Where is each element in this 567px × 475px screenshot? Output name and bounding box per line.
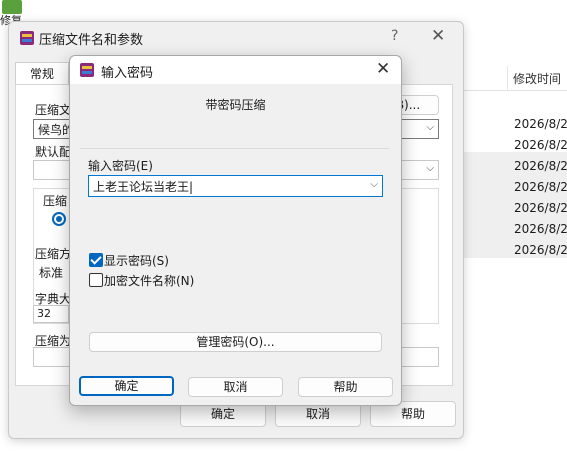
- winrar-icon: [80, 63, 94, 77]
- manage-passwords-button[interactable]: 管理密码(O)...: [89, 332, 382, 352]
- column-header-modified[interactable]: 修改时间: [513, 70, 561, 87]
- list-item[interactable]: 2026/8/20: [514, 198, 567, 219]
- dictionary-select[interactable]: 32: [33, 305, 69, 323]
- default-profile-label: 默认配: [35, 145, 72, 159]
- close-icon[interactable]: ✕: [431, 26, 445, 46]
- method-value[interactable]: 标准: [39, 264, 63, 281]
- parent-titlebar: 压缩文件名和参数 ? ✕: [9, 22, 463, 52]
- column-separator: [507, 66, 508, 90]
- header-divider: [462, 90, 567, 91]
- parent-title: 压缩文件名和参数: [39, 33, 144, 48]
- cancel-button[interactable]: 取消: [188, 377, 283, 397]
- dialog-title: 输入密码: [101, 66, 154, 81]
- show-password-label[interactable]: 显示密码(S): [104, 252, 169, 269]
- help-icon[interactable]: ?: [391, 28, 398, 44]
- password-value: 上老王论坛当老王|: [93, 180, 194, 194]
- password-input[interactable]: 上老王论坛当老王| ⌵: [88, 175, 383, 197]
- tab-general[interactable]: 常规: [15, 62, 69, 85]
- password-label: 输入密码(E): [88, 159, 153, 173]
- list-item[interactable]: 2026/8/20: [514, 135, 567, 156]
- dialog-titlebar: 输入密码 ✕: [70, 56, 401, 84]
- enter-password-dialog: 输入密码 ✕ 带密码压缩 输入密码(E) 上老王论坛当老王| ⌵ 显示密码(S)…: [69, 55, 402, 406]
- encrypt-filenames-checkbox[interactable]: [89, 273, 103, 287]
- encrypt-filenames-label[interactable]: 加密文件名称(N): [104, 272, 194, 289]
- ok-button[interactable]: 确定: [79, 376, 174, 396]
- dictionary-value: 32: [37, 307, 51, 320]
- show-password-checkbox[interactable]: [89, 253, 103, 267]
- list-item[interactable]: 2026/8/20: [514, 219, 567, 240]
- explorer-date-list: 2026/8/20 2026/8/20 2026/8/20 2026/8/20 …: [514, 114, 567, 261]
- format-radio[interactable]: [52, 212, 66, 226]
- help-button[interactable]: 帮助: [298, 377, 393, 397]
- chevron-down-icon[interactable]: ⌵: [426, 122, 434, 133]
- archive-format-label: 压缩: [43, 194, 68, 208]
- list-item[interactable]: 2026/8/20: [514, 177, 567, 198]
- chevron-down-icon[interactable]: ⌵: [370, 179, 378, 190]
- list-item[interactable]: 2026/8/20: [514, 240, 567, 261]
- archive-name-label: 压缩文: [35, 103, 72, 117]
- close-icon[interactable]: ✕: [376, 59, 390, 79]
- list-item[interactable]: 2026/8/20: [514, 114, 567, 135]
- winrar-icon: [20, 31, 34, 45]
- method-label: 压缩方: [35, 247, 72, 261]
- list-item[interactable]: 2026/8/20: [514, 156, 567, 177]
- chevron-down-icon[interactable]: ⌵: [426, 163, 434, 174]
- dialog-heading: 带密码压缩: [205, 98, 266, 112]
